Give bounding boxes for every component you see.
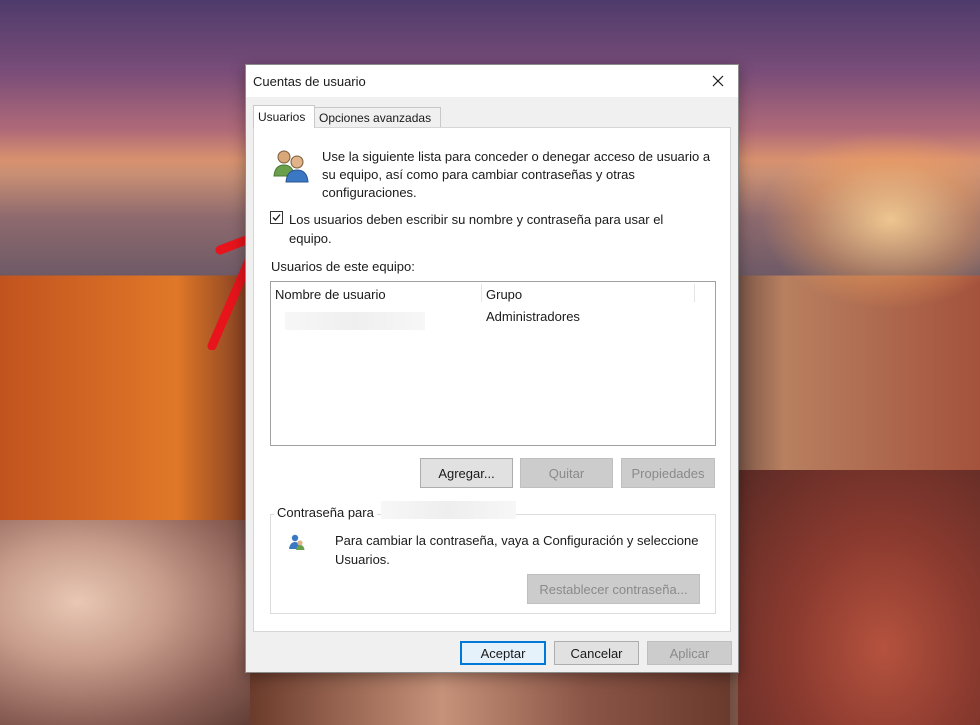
wallpaper-rocks [738,470,980,725]
wallpaper-rocks [0,520,260,725]
reset-password-button[interactable]: Restablecer contraseña... [527,574,700,604]
add-user-button[interactable]: Agregar... [420,458,513,488]
require-password-label[interactable]: Los usuarios deben escribir su nombre y … [289,210,699,248]
close-button[interactable] [698,65,738,97]
table-row-group-cell[interactable]: Administradores [486,309,580,324]
remove-user-button[interactable]: Quitar [520,458,613,488]
redacted-account-name [381,501,516,519]
password-group: Contraseña para Para cambiar la contrase… [270,501,716,614]
password-group-title: Contraseña para [274,505,377,520]
redacted-username[interactable] [285,312,425,330]
cancel-button[interactable]: Cancelar [554,641,639,665]
checkmark-icon [272,214,281,221]
ok-button[interactable]: Aceptar [460,641,546,665]
column-header-group[interactable]: Grupo [486,287,522,302]
wallpaper-rocks [250,672,730,725]
require-password-checkbox[interactable] [270,211,283,224]
apply-button[interactable]: Aplicar [647,641,732,665]
user-small-icon [289,534,305,550]
title-bar: Cuentas de usuario [246,65,738,97]
users-icon [273,150,309,183]
password-group-text: Para cambiar la contraseña, vaya a Confi… [335,533,699,567]
tab-opciones-avanzadas[interactable]: Opciones avanzadas [314,107,441,127]
users-section-label: Usuarios de este equipo: [271,259,415,274]
column-separator[interactable] [694,284,695,302]
properties-button[interactable]: Propiedades [621,458,715,488]
wallpaper-sun [760,130,980,310]
users-list[interactable]: Nombre de usuario Grupo Administradores [270,281,716,446]
dialog-title: Cuentas de usuario [253,74,366,89]
close-icon [712,75,724,87]
tab-usuarios[interactable]: Usuarios [253,105,315,128]
intro-text: Use la siguiente lista para conceder o d… [322,149,711,200]
column-header-username[interactable]: Nombre de usuario [275,287,386,302]
tab-panel-usuarios: Use la siguiente lista para conceder o d… [253,127,731,632]
column-separator[interactable] [481,284,482,302]
user-accounts-dialog: Cuentas de usuario Usuarios Opciones ava… [245,64,739,673]
